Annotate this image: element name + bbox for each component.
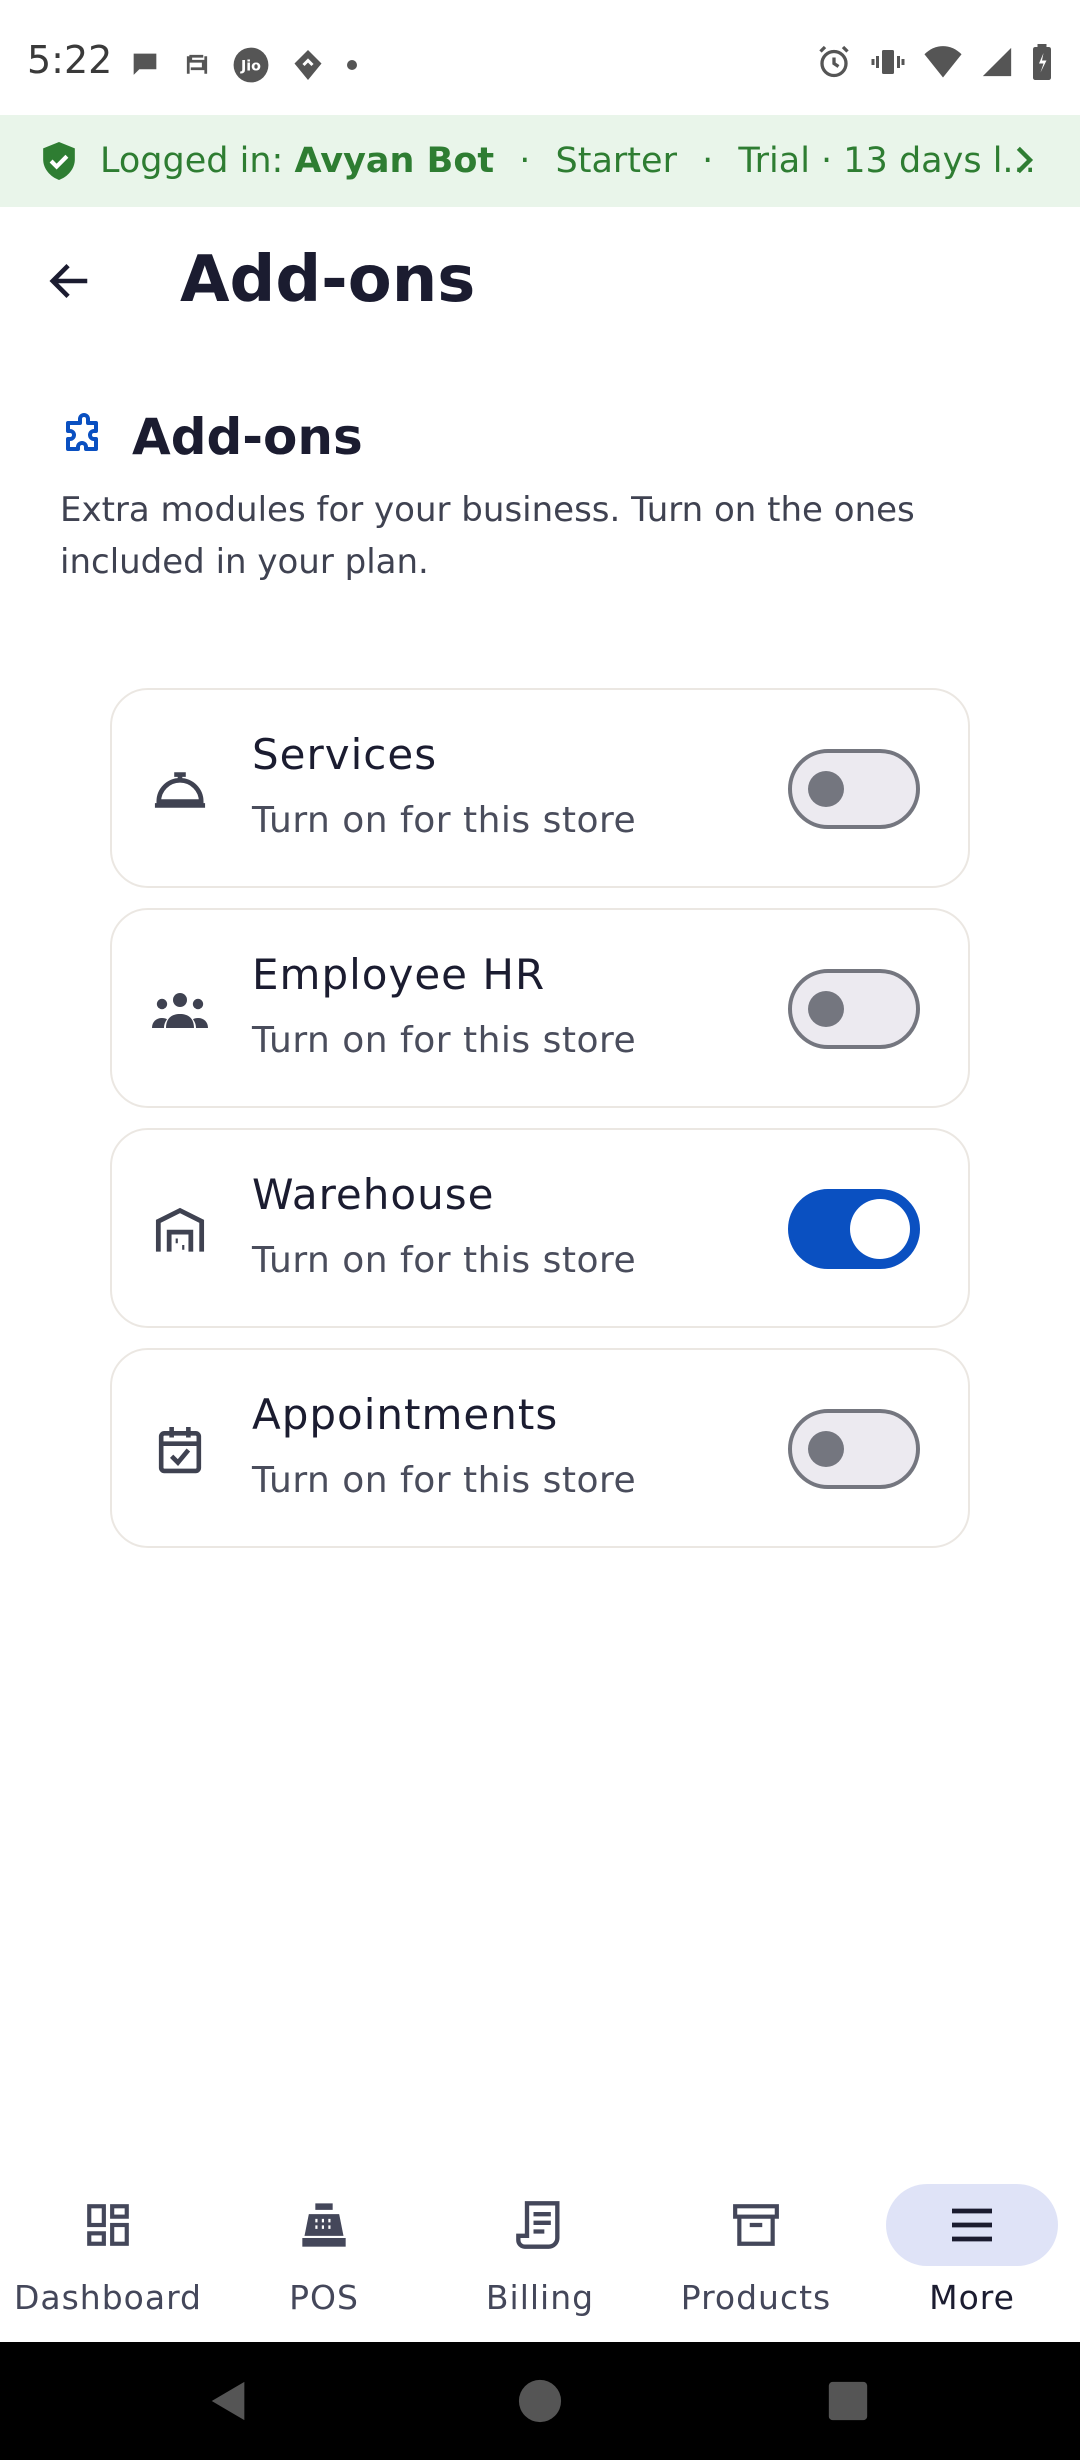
dot-icon: [347, 60, 357, 70]
warehouse-toggle[interactable]: [788, 1189, 920, 1269]
system-status-icons: [798, 44, 1052, 80]
addon-subtitle: Turn on for this store: [252, 800, 637, 841]
section-description: Extra modules for your business. Turn on…: [60, 490, 915, 582]
addon-subtitle: Turn on for this store: [252, 1460, 637, 1501]
nav-item-products[interactable]: Products: [648, 2160, 864, 2342]
top-app-bar: Add-ons: [0, 207, 1080, 353]
nav-item-billing[interactable]: Billing: [432, 2160, 648, 2342]
group-icon: [152, 993, 208, 1028]
s-app-icon: [186, 54, 208, 74]
puzzle-icon: [66, 413, 98, 451]
nav-label: Products: [680, 2278, 832, 2317]
jio-icon: Jio: [233, 47, 269, 83]
addon-subtitle: Turn on for this store: [252, 1020, 637, 1061]
notification-icons: Jio: [128, 46, 378, 84]
nav-label: Dashboard: [13, 2278, 203, 2317]
employee-hr-toggle[interactable]: [788, 969, 920, 1049]
login-user: Avyan Bot: [294, 141, 495, 181]
system-recents-icon[interactable]: [825, 2378, 871, 2424]
page-title: Add-ons: [180, 243, 476, 317]
chat-bubble-icon: [133, 53, 157, 75]
login-prefix: Logged in:: [100, 141, 284, 181]
plan-name: Starter: [555, 141, 677, 181]
addon-card-warehouse[interactable]: Warehouse Turn on for this store: [110, 1128, 970, 1328]
system-home-icon[interactable]: [517, 2378, 563, 2424]
menu-icon: [952, 2208, 992, 2242]
chevron-right-icon: [1016, 146, 1034, 174]
nav-item-dashboard[interactable]: Dashboard: [0, 2160, 216, 2342]
separator: ·: [519, 141, 531, 181]
appointments-toggle[interactable]: [788, 1409, 920, 1489]
addon-title: Employee HR: [252, 950, 546, 999]
section-header: Add-ons: [60, 408, 363, 466]
dashboard-icon: [87, 2204, 129, 2246]
nav-item-pos[interactable]: POS: [216, 2160, 432, 2342]
signal-icon: [982, 47, 1012, 77]
battery-icon: [1033, 44, 1051, 80]
addon-card-appointments[interactable]: Appointments Turn on for this store: [110, 1348, 970, 1548]
login-status-text: Logged in: Avyan Bot · Starter · Trial ·…: [100, 141, 1036, 181]
trial-status: Trial · 13 days l...: [738, 141, 1036, 181]
service-bell-icon: [154, 772, 206, 808]
addon-card-employee-hr[interactable]: Employee HR Turn on for this store: [110, 908, 970, 1108]
services-toggle[interactable]: [788, 749, 920, 829]
nav-label: More: [929, 2278, 1015, 2317]
status-bar: 5:22 Jio: [0, 0, 1080, 115]
vibrate-icon: [871, 50, 905, 74]
addon-title: Warehouse: [252, 1170, 495, 1219]
nav-item-more[interactable]: More: [864, 2160, 1080, 2342]
receipt-icon: [516, 2201, 560, 2249]
alarm-icon: [819, 45, 849, 78]
calendar-check-icon: [158, 1427, 202, 1474]
verified-shield-icon: [43, 142, 75, 180]
addon-title: Appointments: [252, 1390, 559, 1439]
cash-register-icon: [302, 2203, 346, 2247]
maps-pin-icon: [294, 50, 322, 80]
arrow-left-icon: [49, 264, 88, 298]
addon-subtitle: Turn on for this store: [252, 1240, 637, 1281]
bottom-navigation: Dashboard POS Billing Products More: [0, 2160, 1080, 2342]
back-button[interactable]: [36, 247, 104, 315]
warehouse-icon: [155, 1207, 205, 1252]
svg-text:Jio: Jio: [240, 59, 261, 75]
system-back-icon[interactable]: [206, 2378, 252, 2424]
addon-title: Services: [252, 730, 438, 779]
wifi-icon: [924, 46, 962, 78]
section-title: Add-ons: [132, 408, 363, 466]
addon-card-services[interactable]: Services Turn on for this store: [110, 688, 970, 888]
archive-box-icon: [733, 2204, 779, 2246]
nav-label: Billing: [485, 2278, 595, 2317]
nav-label: POS: [289, 2278, 359, 2317]
system-navigation-bar: [0, 2342, 1080, 2460]
status-time: 5:22: [27, 38, 113, 82]
separator: ·: [702, 141, 714, 181]
login-banner[interactable]: Logged in: Avyan Bot · Starter · Trial ·…: [0, 115, 1080, 207]
